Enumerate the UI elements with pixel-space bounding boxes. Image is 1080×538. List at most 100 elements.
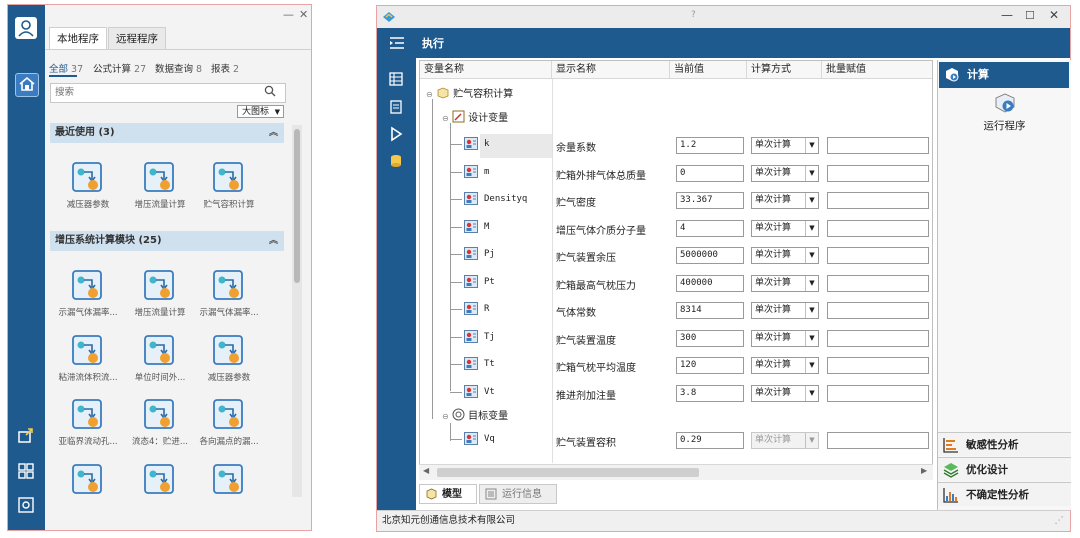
tab-model[interactable]: 模型 (419, 484, 477, 504)
database-icon[interactable] (389, 154, 403, 168)
variable-row[interactable]: Vt 推进剂加注量 3.8 单次计算 ▼ (420, 382, 932, 406)
collapse-icon[interactable]: ︽ (269, 123, 278, 143)
user-avatar-icon[interactable] (15, 17, 37, 39)
tab-run-info[interactable]: 运行信息 (479, 484, 557, 504)
program-item[interactable]: 减压器参数 (198, 334, 260, 394)
current-value-input[interactable]: 300 (676, 329, 744, 347)
maximize-icon[interactable]: ☐ (1025, 9, 1035, 22)
program-item[interactable]: 单位时间外... (129, 334, 191, 394)
menu-toggle-icon[interactable] (389, 36, 405, 50)
settings-icon[interactable] (15, 495, 37, 517)
export-icon[interactable] (15, 425, 37, 447)
column-header[interactable]: 显示名称 (552, 61, 670, 79)
program-item[interactable] (129, 463, 191, 523)
sensitivity-analysis-button[interactable]: 敏感性分析 (938, 432, 1071, 456)
filter-formula[interactable]: 公式计算 27 (93, 61, 146, 75)
current-value-input[interactable]: 0.29 (676, 432, 744, 449)
view-mode-select[interactable]: 大图标 ▼ (237, 105, 284, 118)
tree-group-row[interactable]: ⊖ 目标变量 (442, 407, 508, 422)
program-item[interactable]: 流态4：贮进... (129, 398, 191, 458)
calc-mode-select[interactable]: 单次计算 ▼ (751, 192, 819, 209)
collapse-icon[interactable]: ︽ (269, 231, 278, 251)
variable-row[interactable]: R 气体常数 8314 单次计算 ▼ (420, 299, 932, 323)
calc-mode-select[interactable]: 单次计算 ▼ (751, 164, 819, 182)
module-section-header[interactable]: 增压系统计算模块 (25) ︽ (50, 231, 284, 251)
grid-apps-icon[interactable] (15, 461, 37, 483)
batch-value-input[interactable] (827, 329, 929, 347)
scroll-left-icon[interactable]: ◀ (423, 466, 429, 475)
expand-icon[interactable]: ⊖ (442, 412, 449, 421)
minimize-icon[interactable]: — (283, 8, 294, 21)
run-icon[interactable] (388, 126, 404, 142)
program-item[interactable]: 增压流量计算 (129, 161, 191, 221)
variable-row[interactable]: Densityq 贮气密度 33.367 单次计算 ▼ (420, 189, 932, 213)
tree-root-row[interactable]: ⊖ 贮气容积计算 (426, 85, 513, 100)
current-value-input[interactable]: 4 (676, 219, 744, 237)
variable-row[interactable]: Tt 贮箱气枕平均温度 120 单次计算 ▼ (420, 354, 932, 378)
run-program-button[interactable]: 运行程序 (938, 92, 1071, 132)
program-item[interactable]: 贮气容积计算 (198, 161, 260, 221)
variable-row[interactable]: m 贮箱外排气体总质量 0 单次计算 ▼ (420, 162, 932, 186)
scrollbar-thumb[interactable] (437, 468, 699, 477)
variable-name-cell[interactable] (480, 162, 552, 186)
batch-value-input[interactable] (827, 302, 929, 319)
home-icon[interactable] (15, 73, 39, 97)
table-icon[interactable] (389, 72, 403, 86)
column-header[interactable]: 批量赋值 (822, 61, 932, 79)
horizontal-scrollbar[interactable]: ◀ ▶ (419, 464, 933, 480)
uncertainty-analysis-button[interactable]: 不确定性分析 (938, 482, 1071, 506)
program-item[interactable]: 示漏气体漏率... (57, 269, 119, 329)
resize-grip-icon[interactable]: ⋰ (1055, 511, 1065, 531)
column-header[interactable]: 计算方式 (747, 61, 822, 79)
batch-value-input[interactable] (827, 164, 929, 182)
batch-value-input[interactable] (827, 357, 929, 374)
calc-mode-select[interactable]: 单次计算 ▼ (751, 219, 819, 237)
search-input[interactable] (51, 84, 259, 100)
batch-value-input[interactable] (827, 384, 929, 402)
scroll-right-icon[interactable]: ▶ (921, 466, 927, 475)
calc-mode-select[interactable]: 单次计算 ▼ (751, 137, 819, 154)
variable-row[interactable]: Pj 贮气装置余压 5000000 单次计算 ▼ (420, 244, 932, 268)
program-item[interactable]: 减压器参数 (57, 161, 119, 221)
filter-all[interactable]: 全部 37 (49, 61, 83, 75)
optimization-design-button[interactable]: 优化设计 (938, 457, 1071, 481)
column-header[interactable]: 当前值 (670, 61, 747, 79)
current-value-input[interactable]: 3.8 (676, 384, 744, 402)
tab-remote-programs[interactable]: 远程程序 (108, 27, 166, 50)
variable-name-cell[interactable] (480, 134, 552, 158)
expand-icon[interactable]: ⊖ (442, 114, 449, 123)
program-item[interactable]: 亚临界流动孔... (57, 398, 119, 458)
variable-name-cell[interactable] (480, 299, 552, 323)
recent-section-header[interactable]: 最近使用 (3) ︽ (50, 123, 284, 143)
tab-local-programs[interactable]: 本地程序 (49, 27, 107, 50)
current-value-input[interactable]: 1.2 (676, 137, 744, 154)
scrollbar-thumb[interactable] (294, 129, 300, 283)
minimize-icon[interactable]: — (1001, 8, 1013, 22)
program-item[interactable]: 示漏气体漏率... (198, 269, 260, 329)
calc-mode-select[interactable]: 单次计算 ▼ (751, 329, 819, 347)
expand-icon[interactable]: ⊖ (426, 90, 433, 99)
calc-mode-select[interactable]: 单次计算 ▼ (751, 274, 819, 292)
close-icon[interactable]: ✕ (299, 8, 308, 21)
calc-mode-select[interactable]: 单次计算 ▼ (751, 357, 819, 374)
calc-mode-select[interactable]: 单次计算 ▼ (751, 247, 819, 264)
current-value-input[interactable]: 33.367 (676, 192, 744, 209)
current-value-input[interactable]: 5000000 (676, 247, 744, 264)
program-item[interactable] (198, 463, 260, 523)
batch-value-input[interactable] (827, 274, 929, 292)
tree-group-row[interactable]: ⊖ 设计变量 (442, 109, 508, 124)
current-value-input[interactable]: 400000 (676, 274, 744, 292)
variable-row[interactable]: k 余量系数 1.2 单次计算 ▼ (420, 134, 932, 158)
close-icon[interactable]: ✕ (1049, 8, 1059, 22)
document-icon[interactable] (389, 100, 403, 114)
variable-row[interactable]: Tj 贮气装置温度 300 单次计算 ▼ (420, 327, 932, 351)
filter-query[interactable]: 数据查询 8 (155, 61, 202, 75)
batch-value-input[interactable] (827, 192, 929, 209)
calc-mode-select[interactable]: 单次计算 ▼ (751, 384, 819, 402)
variable-name-cell[interactable] (480, 217, 552, 241)
search-box[interactable] (50, 83, 286, 103)
current-value-input[interactable]: 8314 (676, 302, 744, 319)
filter-report[interactable]: 报表 2 (211, 61, 239, 75)
batch-value-input[interactable] (827, 432, 929, 449)
current-value-input[interactable]: 120 (676, 357, 744, 374)
